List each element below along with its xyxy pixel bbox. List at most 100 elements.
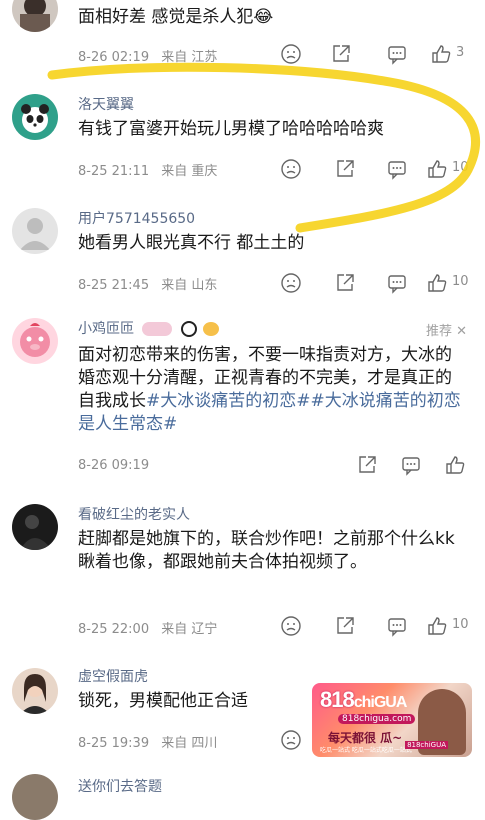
comment-location: 来自 四川 [161, 736, 218, 751]
share-button[interactable] [330, 43, 352, 65]
ad-brand: 818chiGUA [320, 687, 408, 713]
avatar[interactable] [12, 208, 58, 254]
like-icon [428, 617, 447, 635]
comment-4: 小鸡匝匝 推荐 ✕ 面对初恋带来的伤害，不要一味指责对方，大冰的婚恋观十分清醒，… [0, 308, 485, 488]
comment-meta: 8-26 09:19 [78, 458, 157, 473]
comment-time: 8-25 21:45 [78, 278, 150, 293]
comment-location: 来自 辽宁 [161, 622, 218, 637]
member-badge-icon [142, 322, 173, 336]
comment-2: 洛天翼翼 有钱了富婆开始玩儿男模了哈哈哈哈哈爽 8-25 21:11 来自 重庆… [0, 82, 485, 192]
comment-meta: 8-25 21:11 来自 重庆 [78, 160, 225, 179]
reply-button[interactable] [386, 272, 408, 294]
avatar[interactable] [12, 318, 58, 364]
username[interactable]: 洛天翼翼 [78, 94, 134, 114]
comment-meta: 8-25 22:00 来自 辽宁 [78, 618, 225, 637]
comment-meta: 8-25 19:39 来自 四川 [78, 732, 225, 751]
comment-text: 她看男人眼光真不行 都土土的 [78, 233, 305, 253]
share-icon [337, 617, 354, 634]
comment-time: 8-26 09:19 [78, 458, 150, 473]
ad-brand-word: chiGUA [353, 694, 408, 711]
like-button[interactable]: 10 [426, 615, 469, 637]
ad-banner[interactable]: 818chiGUA 818chigua.com 每天都很 瓜~ 吃瓜一站式 吃瓜… [312, 683, 472, 757]
reply-button[interactable] [400, 454, 422, 476]
share-icon [359, 456, 376, 473]
avatar[interactable] [12, 504, 58, 550]
comment-time: 8-25 19:39 [78, 736, 150, 751]
username[interactable]: 送你们去答题 [78, 776, 162, 796]
avatar[interactable] [12, 94, 58, 140]
reply-button[interactable] [386, 615, 408, 637]
comment-location: 来自 江苏 [161, 50, 218, 65]
share-icon [337, 274, 354, 291]
username[interactable]: 虚空假面虎 [78, 666, 148, 686]
comment-actions: 3 [276, 43, 476, 67]
reply-button[interactable] [386, 43, 408, 65]
comment-3: 用户7571455650 她看男人眼光真不行 都土土的 8-25 21:45 来… [0, 196, 485, 306]
share-button[interactable] [334, 615, 356, 637]
dislike-icon [281, 44, 301, 64]
like-icon [428, 274, 447, 292]
comment-actions [276, 454, 476, 478]
reply-icon [388, 618, 406, 637]
comment-7: 送你们去答题 [0, 766, 485, 820]
dislike-icon [281, 730, 301, 750]
ad-sub: 吃瓜一站式 吃瓜一站式吃瓜一站式 [320, 747, 412, 754]
comment-1: 面相好差 感觉是杀人犯😂 8-26 02:19 来自 江苏 3 [0, 0, 485, 74]
comment-text: 赶脚都是她旗下的，联合炒作吧！之前那个什么kk瞅着也像，都跟她前夫合体拍视频了。 [78, 529, 455, 572]
like-icon [446, 456, 465, 474]
comment-text: 面对初恋带来的伤害，不要一味指责对方，大冰的婚恋观十分清醒，正视青春的不完美，才… [78, 344, 465, 436]
like-button[interactable]: 3 [430, 43, 464, 65]
username[interactable]: 看破红尘的老实人 [78, 504, 190, 524]
hashtag-link[interactable]: #大冰谈痛苦的初恋# [146, 391, 311, 411]
reply-button[interactable] [386, 158, 408, 180]
comment-location: 来自 山东 [161, 278, 218, 293]
share-button[interactable] [334, 158, 356, 180]
panda-icon [180, 321, 197, 337]
dislike-icon [281, 273, 301, 293]
share-icon [337, 160, 354, 177]
comment-location: 来自 重庆 [161, 164, 218, 179]
avatar[interactable] [12, 774, 58, 820]
avatar[interactable] [12, 668, 58, 714]
like-icon [432, 45, 451, 63]
like-button[interactable]: 10 [426, 158, 469, 180]
ad-slogan: 每天都很 瓜~ [328, 731, 403, 745]
username[interactable]: 用户7571455650 [78, 208, 195, 228]
dislike-button[interactable] [280, 158, 302, 180]
like-count: 10 [452, 160, 469, 175]
share-button[interactable] [334, 272, 356, 294]
reply-icon [402, 457, 420, 476]
comment-time: 8-25 21:11 [78, 164, 150, 179]
reply-icon [388, 46, 406, 65]
comment-time: 8-25 22:00 [78, 622, 150, 637]
like-count: 10 [452, 274, 469, 289]
like-button[interactable]: 10 [426, 272, 469, 294]
avatar[interactable] [12, 0, 58, 32]
comment-meta: 8-26 02:19 来自 江苏 [78, 46, 225, 65]
like-icon [428, 160, 447, 178]
like-count: 3 [456, 45, 465, 60]
ad-brand-number: 818 [320, 687, 355, 712]
recommend-close[interactable]: 推荐 ✕ [426, 320, 467, 339]
ad-site: 818chigua.com [338, 714, 416, 724]
chick-icon [203, 322, 220, 336]
dislike-button[interactable] [280, 729, 302, 751]
share-icon [333, 45, 350, 62]
dislike-button[interactable] [280, 272, 302, 294]
dislike-button[interactable] [280, 615, 302, 637]
dislike-button[interactable] [280, 43, 302, 65]
like-count: 10 [452, 617, 469, 632]
comment-time: 8-26 02:19 [78, 50, 150, 65]
dislike-icon [281, 616, 301, 636]
share-button[interactable] [356, 454, 378, 476]
comment-meta: 8-25 21:45 来自 山东 [78, 274, 225, 293]
reply-icon [388, 275, 406, 294]
username-text: 小鸡匝匝 [78, 321, 134, 337]
comment-actions: 10 [276, 272, 476, 296]
like-button[interactable] [444, 454, 466, 476]
dislike-icon [281, 159, 301, 179]
comment-5: 看破红尘的老实人 赶脚都是她旗下的，联合炒作吧！之前那个什么kk瞅着也像，都跟她… [0, 494, 485, 644]
username[interactable]: 小鸡匝匝 [78, 318, 220, 338]
ad-logo: 818chiGUA [405, 741, 448, 749]
comment-text: 有钱了富婆开始玩儿男模了哈哈哈哈哈爽 [78, 119, 384, 139]
